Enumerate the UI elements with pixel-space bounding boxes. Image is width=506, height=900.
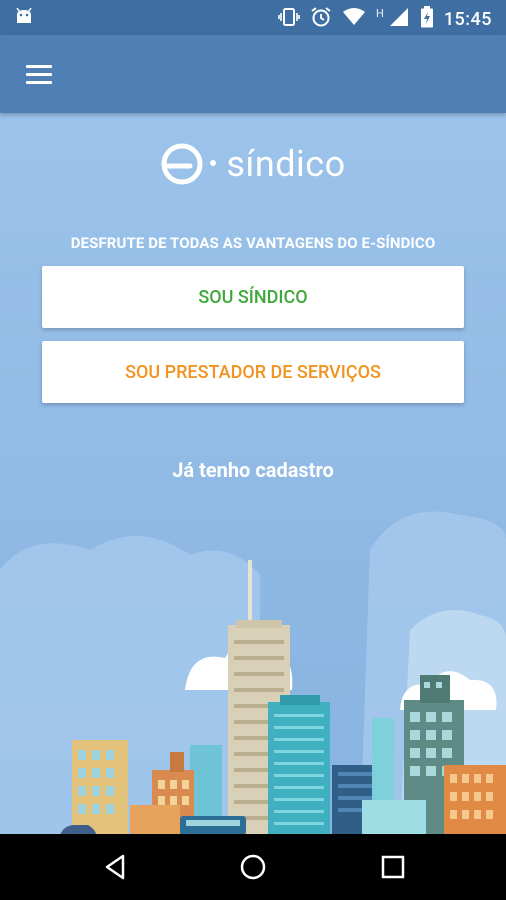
- battery-charging-icon: [420, 6, 434, 32]
- logo-dot: [210, 160, 217, 166]
- cell-signal-icon: [388, 7, 410, 31]
- sou-sindico-button[interactable]: SOU SÍNDICO: [42, 266, 464, 328]
- android-notification-icon: [14, 7, 34, 31]
- status-bar: H 15:45: [0, 0, 506, 35]
- system-navigation-bar: [0, 834, 506, 900]
- app-screen: H 15:45 síndico DESFRUTE DE TODAS AS VAN…: [0, 0, 506, 900]
- app-bar: [0, 35, 506, 113]
- recents-icon[interactable]: [378, 852, 408, 882]
- hamburger-menu-icon[interactable]: [22, 61, 56, 87]
- back-icon[interactable]: [101, 852, 131, 882]
- ja-tenho-cadastro-link[interactable]: Já tenho cadastro: [0, 458, 506, 482]
- sou-prestador-button[interactable]: SOU PRESTADOR DE SERVIÇOS: [42, 341, 464, 403]
- home-icon[interactable]: [238, 852, 268, 882]
- city-skyline-illustration: [0, 511, 506, 835]
- vibrate-icon: [278, 7, 300, 31]
- wifi-icon: [342, 7, 366, 31]
- clock-time: 15:45: [443, 8, 492, 30]
- tagline: DESFRUTE DE TODAS AS VANTAGENS DO E-SÍND…: [70, 234, 436, 252]
- alarm-icon: [310, 6, 332, 32]
- e-logo-mark-icon: [161, 143, 203, 185]
- network-type-label: H: [375, 6, 384, 20]
- esindico-logo: síndico: [0, 142, 506, 186]
- logo-text: síndico: [226, 143, 346, 185]
